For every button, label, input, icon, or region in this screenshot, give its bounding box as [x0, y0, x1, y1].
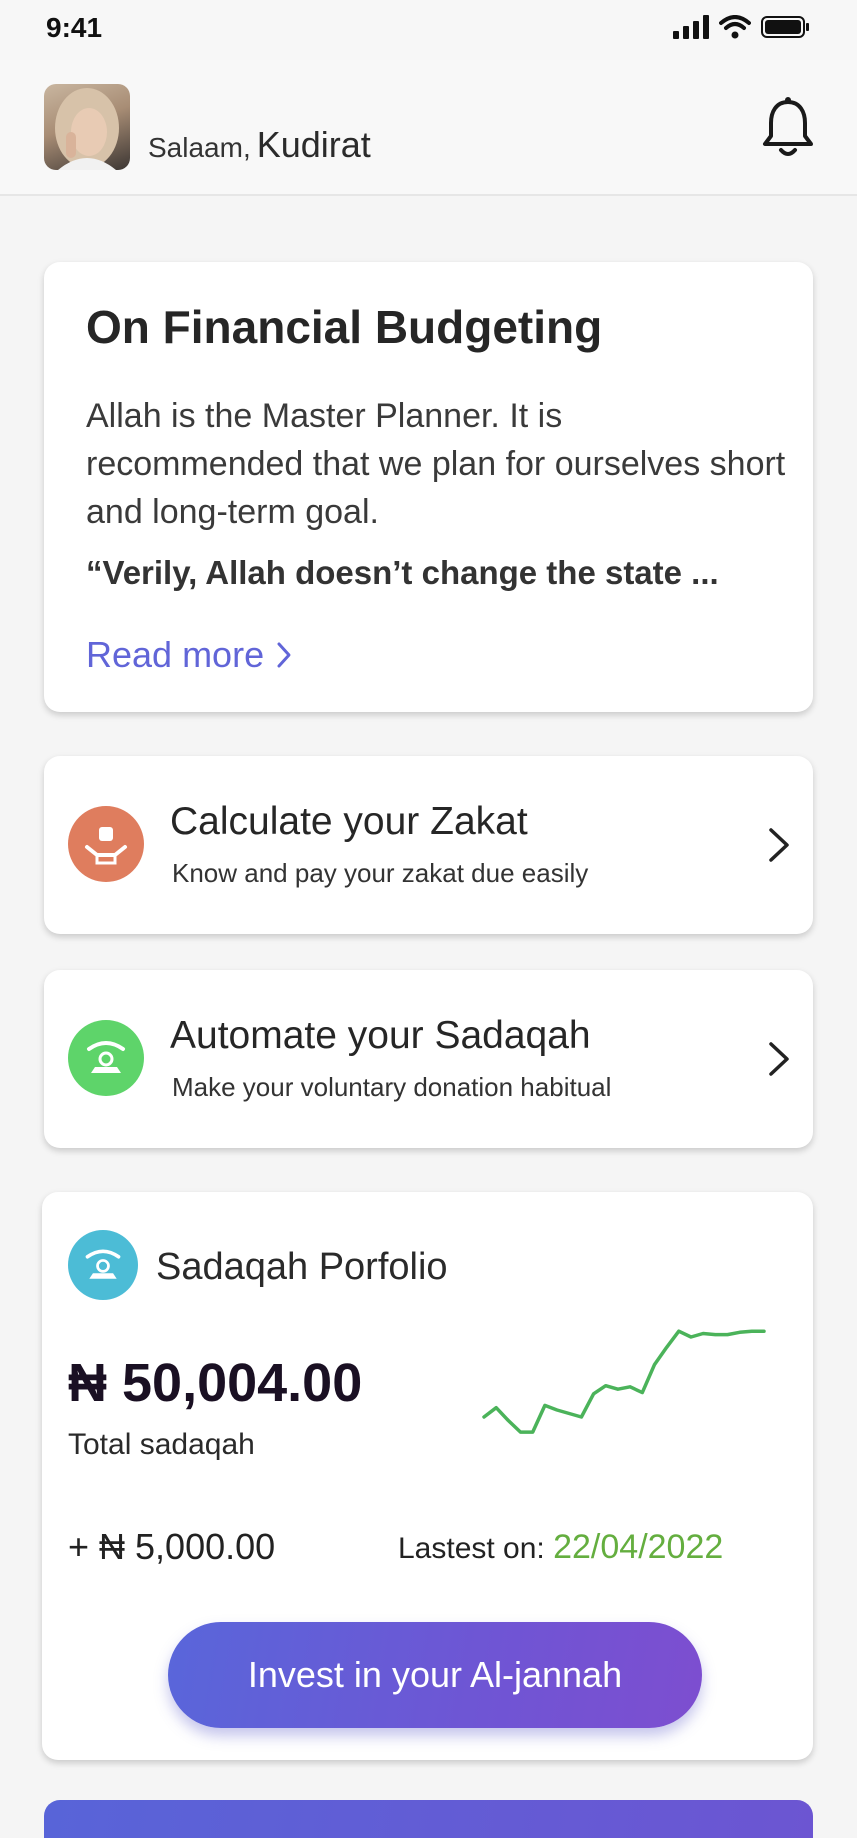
portfolio-title: Sadaqah Porfolio: [156, 1246, 448, 1288]
portfolio-latest: Lastest on: 22/04/2022: [398, 1528, 723, 1567]
zakat-subtitle: Know and pay your zakat due easily: [172, 858, 589, 888]
invest-button[interactable]: Invest in your Al-jannah: [168, 1622, 702, 1728]
greeting: Salaam, Kudirat: [148, 124, 371, 166]
status-bar: 9:41: [0, 0, 857, 60]
zakat-title: Calculate your Zakat: [170, 800, 528, 843]
trend-line: [482, 1329, 766, 1434]
portfolio-total-label: Total sadaqah: [68, 1428, 255, 1461]
chevron-right-icon: [769, 828, 789, 862]
budgeting-title: On Financial Budgeting: [86, 301, 603, 353]
chevron-right-icon: [769, 1042, 789, 1076]
donation-hand-icon: [68, 1020, 144, 1096]
portfolio-total-amount: ₦ 50,004.00: [68, 1353, 363, 1413]
latest-label: Lastest on:: [398, 1532, 545, 1565]
portfolio-hand-icon: [68, 1230, 138, 1300]
zakat-hand-icon: [68, 806, 144, 882]
avatar-portrait: [55, 88, 119, 170]
read-more-label: Read more: [86, 634, 265, 675]
budgeting-body: Allah is the Master Planner. It is recom…: [86, 397, 786, 531]
app-header: Salaam, Kudirat: [0, 60, 857, 196]
bottom-card-edge: [44, 1800, 813, 1838]
portfolio-trend-sparkline: [482, 1329, 766, 1434]
wifi-icon: [719, 15, 751, 39]
status-icons: [673, 14, 811, 40]
latest-date: 22/04/2022: [553, 1528, 724, 1566]
budgeting-quote: “Verily, Allah doesn’t change the state …: [86, 554, 719, 591]
chevron-right-icon: [277, 642, 291, 668]
sadaqah-subtitle: Make your voluntary donation habitual: [172, 1072, 612, 1102]
user-name: Kudirat: [256, 124, 371, 165]
portfolio-change: + ₦ 5,000.00: [68, 1526, 276, 1567]
signal-icon: [673, 15, 709, 39]
read-more-link[interactable]: Read more: [86, 634, 292, 676]
budgeting-card: On Financial Budgeting Allah is the Mast…: [44, 262, 813, 712]
sadaqah-title: Automate your Sadaqah: [170, 1014, 591, 1057]
zakat-card[interactable]: Calculate your Zakat Know and pay your z…: [44, 756, 813, 934]
sadaqah-card[interactable]: Automate your Sadaqah Make your voluntar…: [44, 970, 813, 1148]
notification-bell-icon[interactable]: [761, 96, 815, 160]
battery-icon: [761, 16, 809, 38]
status-time: 9:41: [46, 12, 103, 43]
sadaqah-portfolio-card: Sadaqah Porfolio ₦ 50,004.00 Total sadaq…: [42, 1192, 813, 1760]
greeting-prefix: Salaam,: [148, 132, 251, 163]
avatar[interactable]: [44, 84, 130, 170]
